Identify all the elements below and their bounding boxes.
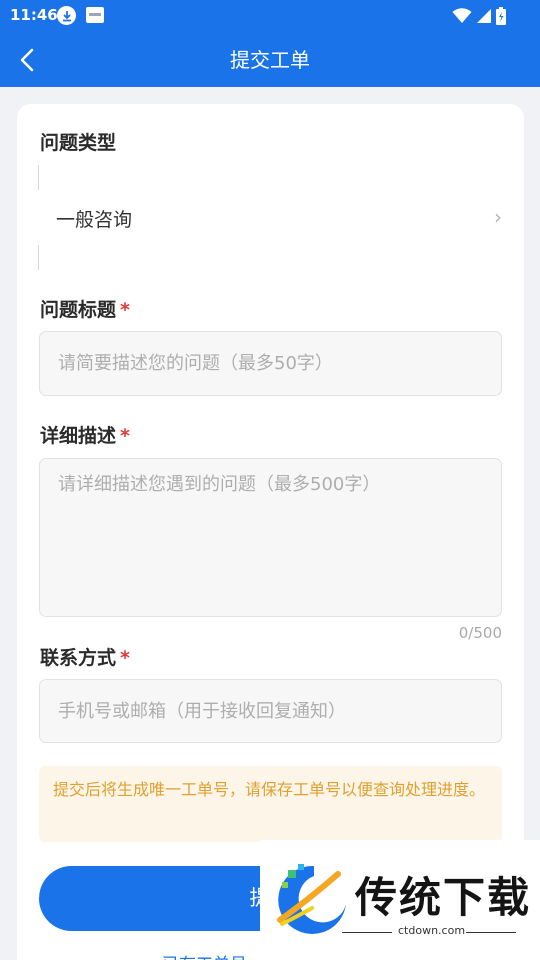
divider [38, 165, 39, 190]
char-counter: 0/500 [458, 624, 502, 642]
signal-icon [477, 9, 491, 23]
form-card: 问题类型 一般咨询 › 问题标题* 详细描述* 0/500 联系方式* 提交后将… [17, 104, 524, 960]
status-right [452, 7, 506, 25]
wifi-icon [452, 8, 472, 23]
issue-type-value: 一般咨询 [56, 209, 133, 231]
notice-box: 提交后将生成唯一工单号，请保存工单号以便查询处理进度。 [39, 766, 502, 842]
download-icon [57, 6, 76, 25]
issue-type-select[interactable]: 一般咨询 › [40, 199, 502, 239]
chevron-right-icon: › [494, 205, 502, 229]
watermark-url: ctdown.com [398, 924, 466, 937]
issue-detail-label: 详细描述 * [40, 421, 130, 448]
issue-type-label: 问题类型 [40, 128, 116, 155]
app-thumbnail-icon [86, 7, 104, 23]
watermark-divider [466, 932, 516, 933]
issue-title-label: 问题标题 * [40, 295, 130, 322]
issue-detail-textarea[interactable] [39, 458, 502, 617]
status-bar: 11:46 [0, 0, 540, 32]
divider [38, 245, 39, 270]
watermark-divider [342, 932, 392, 933]
issue-title-label-text: 问题标题 [40, 299, 117, 321]
status-time: 11:46 [10, 6, 58, 24]
required-mark: * [120, 425, 130, 447]
battery-icon [496, 7, 506, 25]
page-title: 提交工单 [230, 48, 310, 72]
contact-label-text: 联系方式 [40, 647, 117, 669]
watermark-name: 传统下载 [355, 873, 532, 922]
issue-detail-label-text: 详细描述 [40, 425, 117, 447]
issue-title-input[interactable] [39, 331, 502, 396]
contact-label: 联系方式 * [40, 643, 130, 670]
issue-type-label-text: 问题类型 [40, 132, 117, 154]
watermark-logo-icon [277, 864, 346, 934]
notice-text: 提交后将生成唯一工单号，请保存工单号以便查询处理进度。 [53, 780, 486, 799]
watermark: 传统下载 ctdown.com [260, 840, 540, 960]
required-mark: * [120, 299, 130, 321]
app-header: 11:46 提交工单 [0, 0, 540, 87]
nav-bar: 提交工单 [0, 32, 540, 87]
required-mark: * [120, 647, 130, 669]
existing-ticket-link[interactable]: 已有工单号 [162, 950, 247, 960]
contact-input[interactable] [39, 679, 502, 743]
